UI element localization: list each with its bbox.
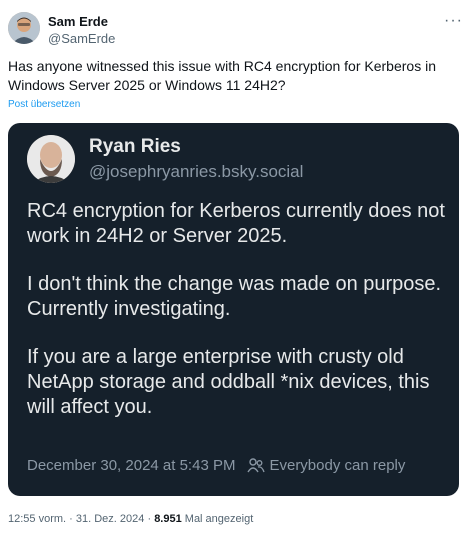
reply-setting: Everybody can reply bbox=[247, 457, 405, 474]
ellipsis-icon[interactable]: ··· bbox=[444, 12, 463, 30]
embedded-paragraph: RC4 encryption for Kerberos currently do… bbox=[27, 200, 445, 247]
embedded-author-handle: @josephryanries.bsky.social bbox=[89, 162, 304, 181]
people-icon bbox=[247, 458, 266, 473]
translate-post-link[interactable]: Post übersetzen bbox=[8, 99, 80, 110]
post-header: Sam Erde @SamErde ··· bbox=[8, 12, 465, 52]
post-text: Has anyone witnessed this issue with RC4… bbox=[8, 58, 436, 93]
author-name[interactable]: Sam Erde bbox=[48, 14, 108, 29]
embedded-author-avatar bbox=[27, 135, 75, 183]
embedded-post-footer: December 30, 2024 at 5:43 PM Everybody c… bbox=[27, 457, 405, 474]
reply-setting-label: Everybody can reply bbox=[269, 457, 406, 474]
post-meta: 12:55 vorm. · 31. Dez. 2024 · 8.951 Mal … bbox=[8, 513, 253, 525]
post-time[interactable]: 12:55 vorm. bbox=[8, 513, 66, 525]
post-date[interactable]: 31. Dez. 2024 bbox=[76, 513, 145, 525]
author-avatar[interactable] bbox=[8, 12, 40, 44]
separator: · bbox=[147, 513, 152, 525]
embedded-paragraph: I don't think the change was made on pur… bbox=[27, 273, 442, 320]
embedded-post-body: RC4 encryption for Kerberos currently do… bbox=[27, 199, 447, 443]
views-label: Mal angezeigt bbox=[184, 513, 254, 525]
embedded-timestamp: December 30, 2024 at 5:43 PM bbox=[27, 457, 236, 474]
views-count: 8.951 bbox=[154, 513, 182, 525]
embedded-post-card[interactable]: Ryan Ries @josephryanries.bsky.social RC… bbox=[8, 123, 459, 496]
embedded-author-name: Ryan Ries bbox=[89, 136, 181, 157]
author-handle[interactable]: @SamErde bbox=[48, 31, 115, 46]
separator: · bbox=[69, 513, 73, 525]
embedded-paragraph: If you are a large enterprise with crust… bbox=[27, 346, 430, 418]
